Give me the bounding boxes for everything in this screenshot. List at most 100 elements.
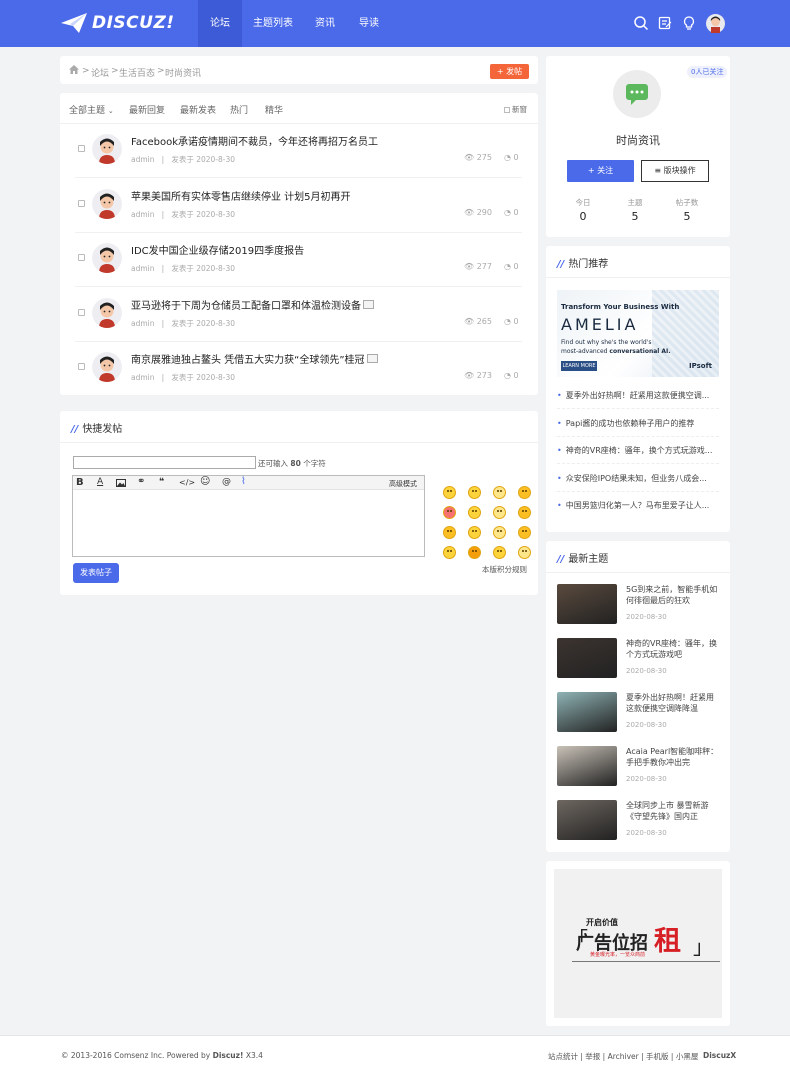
code-icon[interactable]: </>: [179, 478, 195, 487]
breadcrumb-forum[interactable]: 论坛: [91, 66, 109, 79]
nav-guide[interactable]: 导读: [350, 0, 388, 47]
font-color-icon[interactable]: A: [97, 477, 103, 487]
emoji-smiley-icon[interactable]: [493, 506, 506, 519]
tab-all-threads[interactable]: 全部主题 ⌄: [69, 103, 114, 116]
thread-author[interactable]: admin: [131, 155, 155, 164]
emoji-smiley-icon[interactable]: [493, 526, 506, 539]
thread-checkbox[interactable]: [78, 308, 85, 316]
author-avatar[interactable]: [92, 297, 122, 328]
attachment-icon[interactable]: ⌇: [241, 476, 246, 487]
thread-checkbox[interactable]: [78, 199, 85, 207]
hot-item[interactable]: 中国男篮归化第一人？马布里爱子让人...: [557, 492, 719, 519]
new-post-button[interactable]: + 发帖: [490, 64, 529, 79]
emoji-smiley-icon[interactable]: [443, 546, 456, 559]
submit-post-button[interactable]: 发表帖子: [73, 563, 119, 583]
link-icon[interactable]: ⚭: [137, 476, 145, 487]
thread-checkbox[interactable]: [78, 254, 85, 261]
edit-icon[interactable]: [657, 15, 673, 31]
at-icon[interactable]: @: [222, 477, 231, 487]
emoji-smiley-icon[interactable]: [518, 506, 531, 519]
subject-input[interactable]: [73, 456, 256, 469]
hot-item[interactable]: Papi酱的成功也依赖种子用户的推荐: [557, 410, 719, 437]
latest-thumbnail[interactable]: [557, 584, 617, 624]
ad-space[interactable]: 开启价值 「 广告位招 租 」 黄金曝光率，一览众商前: [554, 869, 722, 1018]
emoji-smiley-icon[interactable]: [443, 486, 456, 499]
emoji-smiley-icon[interactable]: [443, 526, 456, 539]
banner-cta[interactable]: LEARN MORE: [561, 361, 597, 371]
advanced-mode-link[interactable]: 高级模式: [389, 479, 417, 489]
footer-link[interactable]: 举报: [585, 1052, 600, 1061]
thread-author[interactable]: admin: [131, 210, 155, 219]
hot-item[interactable]: 夏季外出好热啊！赶紧用这款便携空调...: [557, 382, 719, 409]
footer-brand[interactable]: DiscuzX: [703, 1051, 736, 1060]
emoji-smiley-icon[interactable]: [468, 486, 481, 499]
latest-thumbnail[interactable]: [557, 692, 617, 732]
latest-title-text[interactable]: 夏季外出好热啊！赶紧用这款便携空调降降温: [626, 692, 721, 714]
thread-row[interactable]: Facebook承诺疫情期间不裁员，今年还将再招万名员工 admin | 发表于 …: [75, 124, 522, 178]
image-icon[interactable]: [116, 479, 126, 487]
home-icon[interactable]: [69, 65, 79, 74]
message-textarea[interactable]: [73, 491, 424, 556]
latest-item[interactable]: 5G到来之前，智能手机如何徘徊最后的狂欢 2020-08-30: [557, 584, 719, 624]
latest-title-text[interactable]: 全球同步上市 暴雪新游《守望先锋》国内正: [626, 800, 721, 822]
thread-row[interactable]: 亚马逊将于下周为仓储员工配备口罩和体温检测设备 admin | 发表于 2020-…: [75, 288, 522, 342]
breadcrumb-life[interactable]: 生活百态: [119, 66, 155, 79]
latest-thumbnail[interactable]: [557, 800, 617, 840]
user-avatar[interactable]: [706, 14, 725, 33]
nav-thread-list[interactable]: 主题列表: [248, 0, 298, 47]
footer-link[interactable]: 手机版: [646, 1052, 669, 1061]
hot-item[interactable]: 众安保险IPO结果未知，但业务八成会...: [557, 465, 719, 492]
site-logo[interactable]: DISCUZ!: [60, 11, 175, 35]
thread-title[interactable]: IDC发中国企业级存储2019四季度报告: [131, 242, 304, 257]
thread-title[interactable]: 亚马逊将于下周为仓储员工配备口罩和体温检测设备: [131, 297, 361, 312]
credit-rules-link[interactable]: 本版积分规则: [482, 564, 527, 575]
emoji-smiley-icon[interactable]: [518, 546, 531, 559]
tab-digest[interactable]: 精华: [265, 103, 283, 116]
forum-manage-button[interactable]: ≡ 版块操作: [641, 160, 709, 182]
latest-item[interactable]: 神奇的VR座椅：骚年，换个方式玩游戏吧 2020-08-30: [557, 638, 719, 678]
thread-title[interactable]: 苹果美国所有实体零售店继续停业 计划5月初再开: [131, 188, 351, 203]
author-avatar[interactable]: [92, 134, 122, 164]
emoji-smiley-icon[interactable]: [468, 506, 481, 519]
tab-hot[interactable]: 热门: [230, 103, 248, 116]
footer-link[interactable]: 小黑屋: [676, 1052, 699, 1061]
follow-button[interactable]: + 关注: [567, 160, 634, 182]
author-avatar[interactable]: [92, 188, 122, 219]
latest-item[interactable]: 夏季外出好热啊！赶紧用这款便携空调降降温 2020-08-30: [557, 692, 719, 732]
thread-author[interactable]: admin: [131, 319, 155, 328]
latest-title-text[interactable]: 5G到来之前，智能手机如何徘徊最后的狂欢: [626, 584, 721, 606]
emoji-smiley-icon[interactable]: [493, 486, 506, 499]
thread-title[interactable]: Facebook承诺疫情期间不裁员，今年还将再招万名员工: [131, 133, 378, 148]
latest-thumbnail[interactable]: [557, 746, 617, 786]
nav-news[interactable]: 资讯: [306, 0, 344, 47]
footer-link[interactable]: Archiver: [608, 1052, 639, 1061]
emoji-smiley-icon[interactable]: [518, 486, 531, 499]
thread-checkbox[interactable]: [78, 363, 85, 370]
emoji-smiley-icon[interactable]: [468, 546, 481, 559]
tab-latest-reply[interactable]: 最新回复: [129, 103, 165, 116]
bold-icon[interactable]: B: [76, 477, 84, 488]
latest-title-text[interactable]: 神奇的VR座椅：骚年，换个方式玩游戏吧: [626, 638, 721, 660]
author-avatar[interactable]: [92, 352, 122, 382]
thread-author[interactable]: admin: [131, 264, 155, 273]
ad-banner-amelia[interactable]: Transform Your Business With AMELIA Find…: [557, 290, 719, 377]
quote-icon[interactable]: ❝: [159, 477, 164, 487]
author-avatar[interactable]: [92, 243, 122, 273]
breadcrumb-current[interactable]: 时尚资讯: [165, 66, 201, 79]
emoji-smiley-icon[interactable]: [493, 546, 506, 559]
latest-title-text[interactable]: Acaia Pearl智能咖啡秤：手把手教你冲出完: [626, 746, 721, 768]
thread-row[interactable]: 南京展雅迪独占鳌头 凭借五大实力获“全球领先”桂冠 admin | 发表于 202…: [75, 342, 522, 396]
emoji-smiley-icon[interactable]: [443, 506, 456, 519]
bulb-icon[interactable]: [681, 15, 697, 31]
emoji-smiley-icon[interactable]: [468, 526, 481, 539]
nav-forum[interactable]: 论坛: [198, 0, 242, 47]
emoji-smiley-icon[interactable]: [518, 526, 531, 539]
search-icon[interactable]: [633, 15, 649, 31]
thread-checkbox[interactable]: [78, 145, 85, 152]
hot-item[interactable]: 神奇的VR座椅：骚年，换个方式玩游戏...: [557, 437, 719, 464]
tab-latest-post[interactable]: 最新发表: [180, 103, 216, 116]
latest-thumbnail[interactable]: [557, 638, 617, 678]
thread-row[interactable]: IDC发中国企业级存储2019四季度报告 admin | 发表于 2020-8-3…: [75, 233, 522, 287]
latest-item[interactable]: Acaia Pearl智能咖啡秤：手把手教你冲出完 2020-08-30: [557, 746, 719, 786]
smiley-icon[interactable]: ☺: [200, 476, 210, 487]
